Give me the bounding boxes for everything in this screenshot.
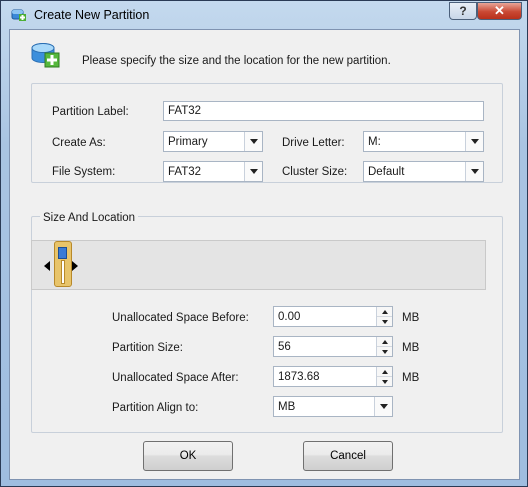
create-as-caption: Create As: <box>52 137 106 149</box>
chevron-down-icon[interactable] <box>465 132 483 151</box>
cluster-size-select[interactable]: Default <box>363 161 484 182</box>
dialog-client-area: Please specify the size and the location… <box>9 29 520 480</box>
file-system-caption: File System: <box>52 166 116 178</box>
partition-size-caption: Partition Size: <box>112 342 183 354</box>
partition-size-stepper[interactable]: 56 <box>273 336 393 357</box>
size-location-title: Size And Location <box>40 212 139 224</box>
unit-label: MB <box>402 372 420 384</box>
unallocated-before-stepper[interactable]: 0.00 <box>273 306 393 327</box>
create-as-select[interactable]: Primary <box>163 131 263 152</box>
chevron-down-icon[interactable] <box>374 397 392 416</box>
spin-down-icon[interactable] <box>377 377 392 386</box>
cluster-size-caption: Cluster Size: <box>282 166 348 178</box>
slider-track <box>61 260 65 284</box>
drive-letter-select[interactable]: M: <box>363 131 484 152</box>
partition-size-value[interactable]: 56 <box>278 341 291 353</box>
window-title: Create New Partition <box>34 8 150 22</box>
partition-align-select[interactable]: MB <box>273 396 393 417</box>
chevron-down-icon[interactable] <box>465 162 483 181</box>
unit-label: MB <box>402 312 420 324</box>
spin-down-icon[interactable] <box>377 317 392 326</box>
chevron-down-icon[interactable] <box>244 162 262 181</box>
right-resize-arrow-icon[interactable] <box>72 261 78 271</box>
file-system-select[interactable]: FAT32 <box>163 161 263 182</box>
title-bar[interactable]: Create New Partition ? ✕ <box>1 1 528 29</box>
drive-letter-caption: Drive Letter: <box>282 137 345 149</box>
unit-label: MB <box>402 342 420 354</box>
partition-app-icon <box>11 9 26 21</box>
cluster-size-value: Default <box>368 166 405 178</box>
unallocated-before-caption: Unallocated Space Before: <box>112 312 249 324</box>
partition-align-value: MB <box>278 401 296 413</box>
chevron-down-icon[interactable] <box>244 132 262 151</box>
dialog-header: Please specify the size and the location… <box>10 30 519 80</box>
left-resize-arrow-icon[interactable] <box>44 261 50 271</box>
partition-label-caption: Partition Label: <box>52 106 129 118</box>
dialog-window: Create New Partition ? ✕ Please specify … <box>0 0 528 487</box>
spin-up-icon[interactable] <box>377 337 392 347</box>
spin-up-icon[interactable] <box>377 367 392 377</box>
partition-slider-handle[interactable] <box>54 241 72 287</box>
unallocated-after-caption: Unallocated Space After: <box>112 372 239 384</box>
cancel-button[interactable]: Cancel <box>303 441 393 471</box>
help-button[interactable]: ? <box>449 2 477 20</box>
spin-down-icon[interactable] <box>377 347 392 356</box>
instruction-text: Please specify the size and the location… <box>82 55 391 67</box>
unallocated-before-value[interactable]: 0.00 <box>278 311 300 323</box>
spin-up-icon[interactable] <box>377 307 392 317</box>
partition-align-caption: Partition Align to: <box>112 402 199 414</box>
unallocated-after-stepper[interactable]: 1873.68 <box>273 366 393 387</box>
disk-map-bar[interactable] <box>31 240 486 290</box>
unallocated-after-value[interactable]: 1873.68 <box>278 371 320 383</box>
partition-block <box>58 247 67 259</box>
close-button[interactable]: ✕ <box>477 2 522 20</box>
drive-letter-value: M: <box>368 136 381 148</box>
file-system-value: FAT32 <box>168 166 202 178</box>
create-as-value: Primary <box>168 136 208 148</box>
create-partition-icon <box>31 43 60 68</box>
partition-label-input[interactable]: FAT32 <box>163 101 484 121</box>
ok-button[interactable]: OK <box>143 441 233 471</box>
